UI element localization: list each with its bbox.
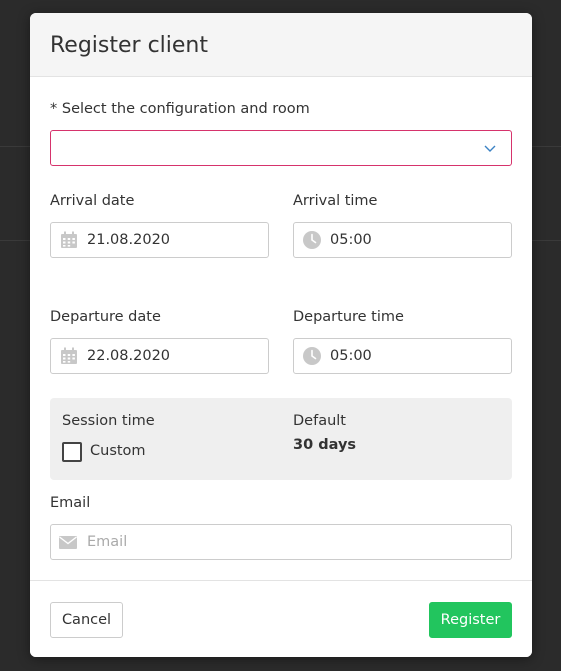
departure-time-value: 05:00 — [330, 348, 372, 364]
arrival-date-input[interactable]: 21.08.2020 — [50, 222, 269, 258]
departure-date-value: 22.08.2020 — [87, 348, 171, 364]
clock-icon — [303, 347, 321, 365]
departure-date-label: Departure date — [50, 309, 161, 325]
configuration-room-select[interactable] — [50, 130, 512, 166]
calendar-icon — [61, 347, 77, 364]
dialog-header: Register client — [30, 13, 532, 77]
session-time-label: Session time — [62, 413, 155, 429]
arrival-date-label: Arrival date — [50, 193, 135, 209]
arrival-date-value: 21.08.2020 — [87, 232, 171, 248]
email-placeholder: Email — [87, 534, 128, 550]
departure-time-label: Departure time — [293, 309, 404, 325]
register-client-dialog: Register client * Select the configurati… — [30, 13, 532, 657]
calendar-icon — [61, 231, 77, 248]
register-button[interactable]: Register — [429, 602, 512, 638]
clock-icon — [303, 231, 321, 249]
arrival-time-input[interactable]: 05:00 — [293, 222, 512, 258]
configuration-label: * Select the configuration and room — [50, 101, 310, 117]
departure-date-input[interactable]: 22.08.2020 — [50, 338, 269, 374]
departure-time-input[interactable]: 05:00 — [293, 338, 512, 374]
dialog-title: Register client — [50, 33, 208, 58]
session-time-panel: Session time Custom Default 30 days — [50, 398, 512, 480]
custom-checkbox-label[interactable]: Custom — [90, 443, 146, 459]
envelope-icon — [59, 536, 77, 549]
dialog-footer: Cancel Register — [30, 580, 532, 657]
cancel-button[interactable]: Cancel — [50, 602, 123, 638]
chevron-down-icon — [484, 145, 496, 152]
email-label: Email — [50, 495, 91, 511]
email-field[interactable]: Email — [50, 524, 512, 560]
default-session-value: 30 days — [293, 437, 357, 453]
arrival-time-label: Arrival time — [293, 193, 378, 209]
custom-session-checkbox[interactable] — [62, 442, 82, 462]
arrival-time-value: 05:00 — [330, 232, 372, 248]
default-session-label: Default — [293, 413, 346, 429]
